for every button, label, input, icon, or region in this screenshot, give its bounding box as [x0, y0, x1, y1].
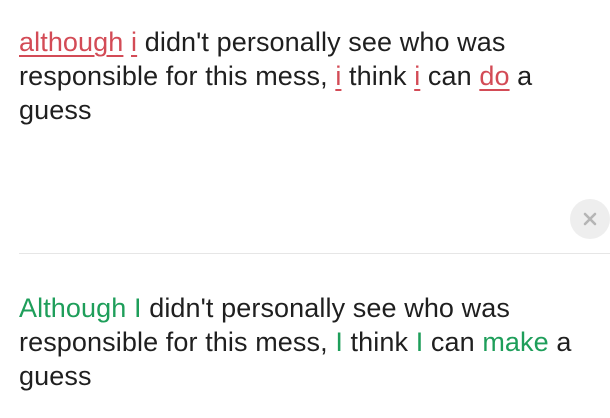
input-segment	[123, 27, 131, 57]
input-segment[interactable]: do	[479, 61, 509, 91]
input-text-area[interactable]: although i didn't personally see who was…	[19, 25, 599, 127]
output-segment	[126, 293, 134, 323]
clear-button[interactable]	[570, 199, 610, 239]
output-segment: Although	[19, 293, 127, 323]
corrected-text: Although I didn't personally see who was…	[19, 291, 599, 393]
input-segment[interactable]: although	[19, 27, 123, 57]
output-segment: I	[335, 327, 343, 357]
divider	[19, 253, 610, 254]
output-segment: I	[134, 293, 142, 323]
output-segment: think	[342, 327, 416, 357]
input-segment: think	[341, 61, 415, 91]
input-segment: can	[420, 61, 480, 91]
close-icon	[583, 212, 597, 226]
output-segment: can	[423, 327, 483, 357]
output-segment: make	[482, 327, 549, 357]
